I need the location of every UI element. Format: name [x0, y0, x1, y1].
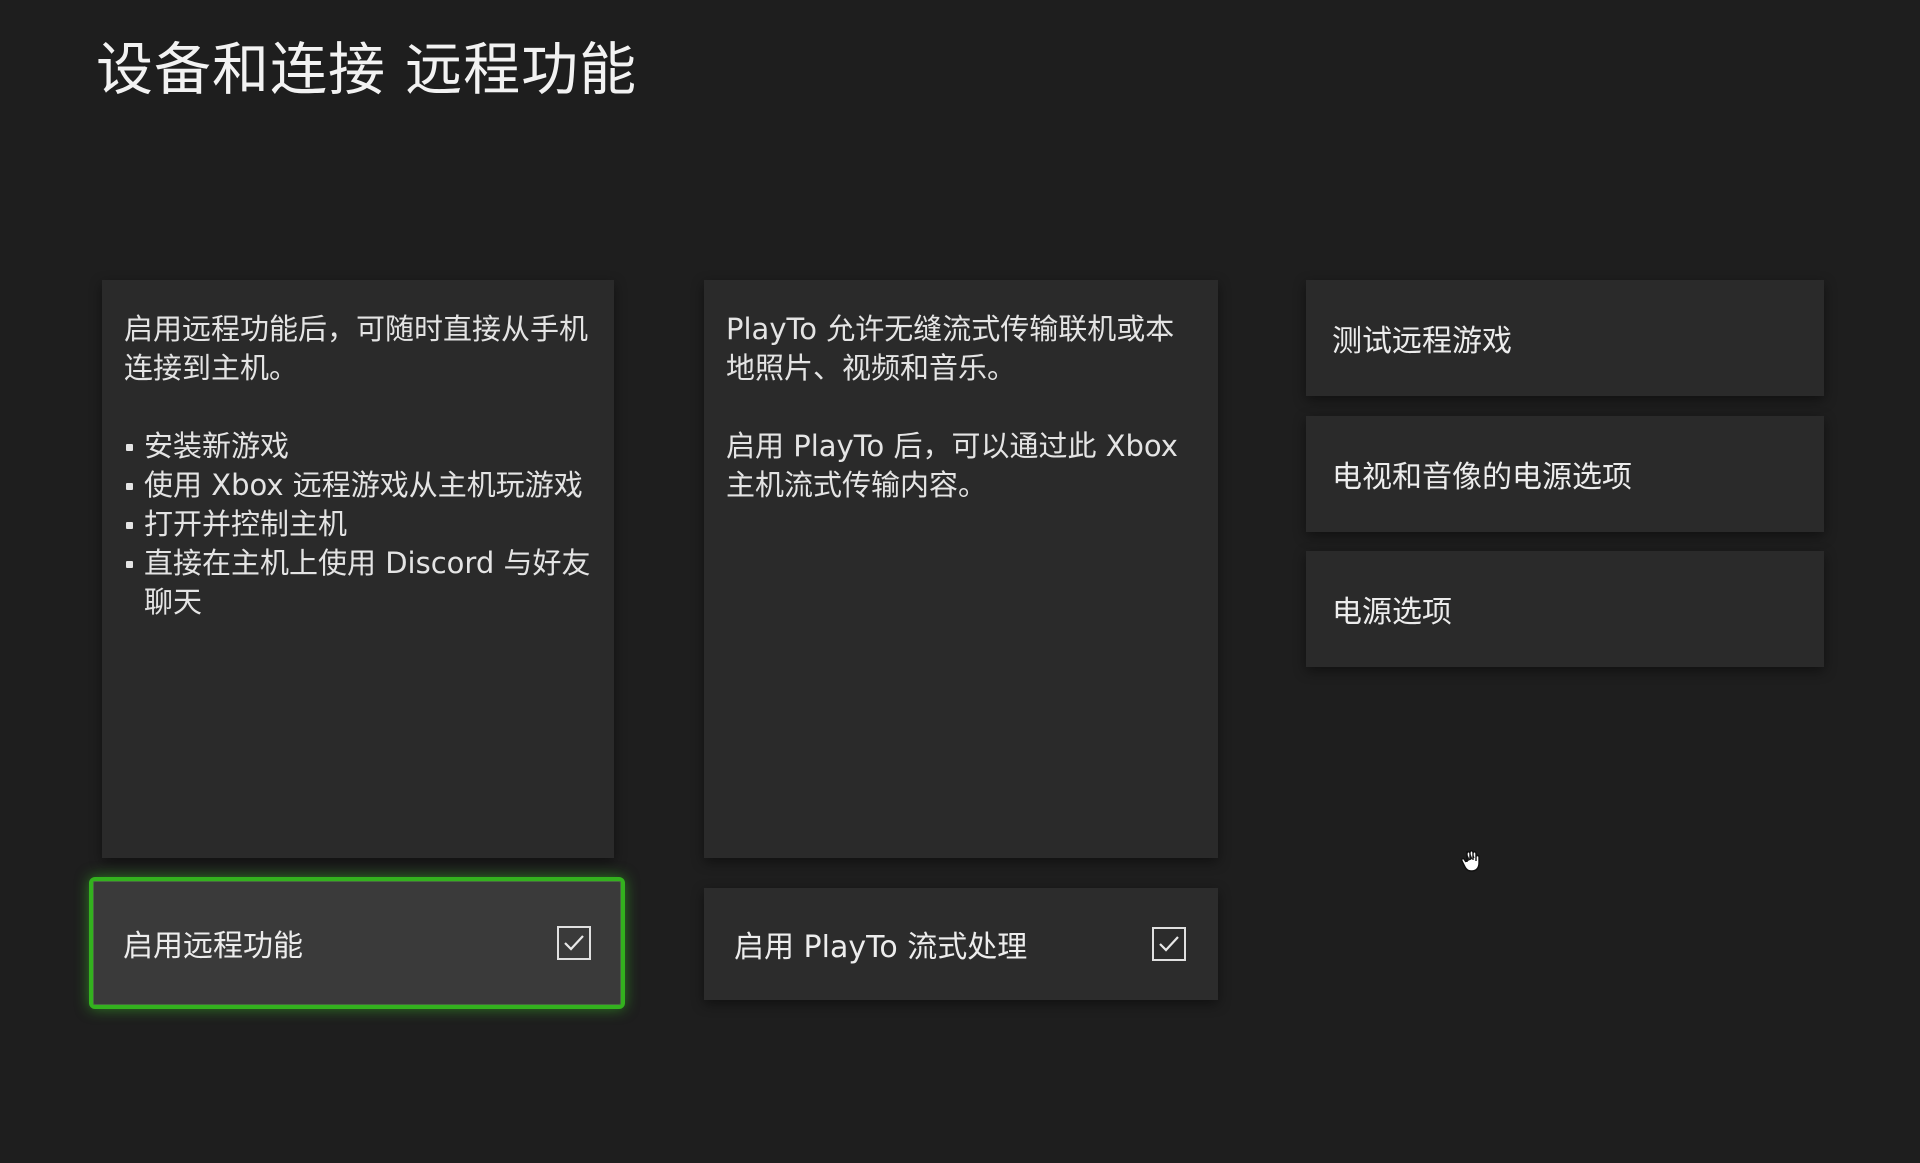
enable-playto-toggle[interactable]: 启用 PlayTo 流式处理: [704, 888, 1218, 1000]
power-options-button[interactable]: 电源选项: [1306, 551, 1824, 667]
enable-playto-label: 启用 PlayTo 流式处理: [734, 930, 1028, 965]
enable-remote-features-toggle[interactable]: 启用远程功能: [89, 877, 625, 1009]
playto-description-panel: PlayTo 允许无缝流式传输联机或本地照片、视频和音乐。 启用 PlayTo …: [704, 280, 1218, 858]
hand-cursor-icon: [1461, 850, 1480, 872]
enable-remote-features-label: 启用远程功能: [123, 929, 303, 964]
remote-features-description-panel: 启用远程功能后，可随时直接从手机连接到主机。 安装新游戏 使用 Xbox 远程游…: [102, 280, 614, 858]
list-item: 直接在主机上使用 Discord 与好友聊天: [124, 544, 592, 622]
remote-features-list: 安装新游戏 使用 Xbox 远程游戏从主机玩游戏 打开并控制主机 直接在主机上使…: [124, 427, 592, 622]
tv-av-power-options-button[interactable]: 电视和音像的电源选项: [1306, 416, 1824, 532]
checkmark-icon: [564, 935, 584, 951]
test-remote-play-button[interactable]: 测试远程游戏: [1306, 280, 1824, 396]
playto-description-2: 启用 PlayTo 后，可以通过此 Xbox 主机流式传输内容。: [726, 429, 1178, 502]
checkbox-checked-icon[interactable]: [1152, 927, 1186, 961]
list-item: 使用 Xbox 远程游戏从主机玩游戏: [124, 466, 592, 505]
checkmark-icon: [1159, 936, 1179, 952]
list-item: 打开并控制主机: [124, 505, 592, 544]
playto-description-1: PlayTo 允许无缝流式传输联机或本地照片、视频和音乐。: [726, 312, 1175, 385]
list-item: 安装新游戏: [124, 427, 592, 466]
checkbox-checked-icon[interactable]: [557, 926, 591, 960]
remote-features-description: 启用远程功能后，可随时直接从手机连接到主机。: [124, 312, 589, 385]
page-title: 设备和连接 远程功能: [96, 37, 638, 103]
